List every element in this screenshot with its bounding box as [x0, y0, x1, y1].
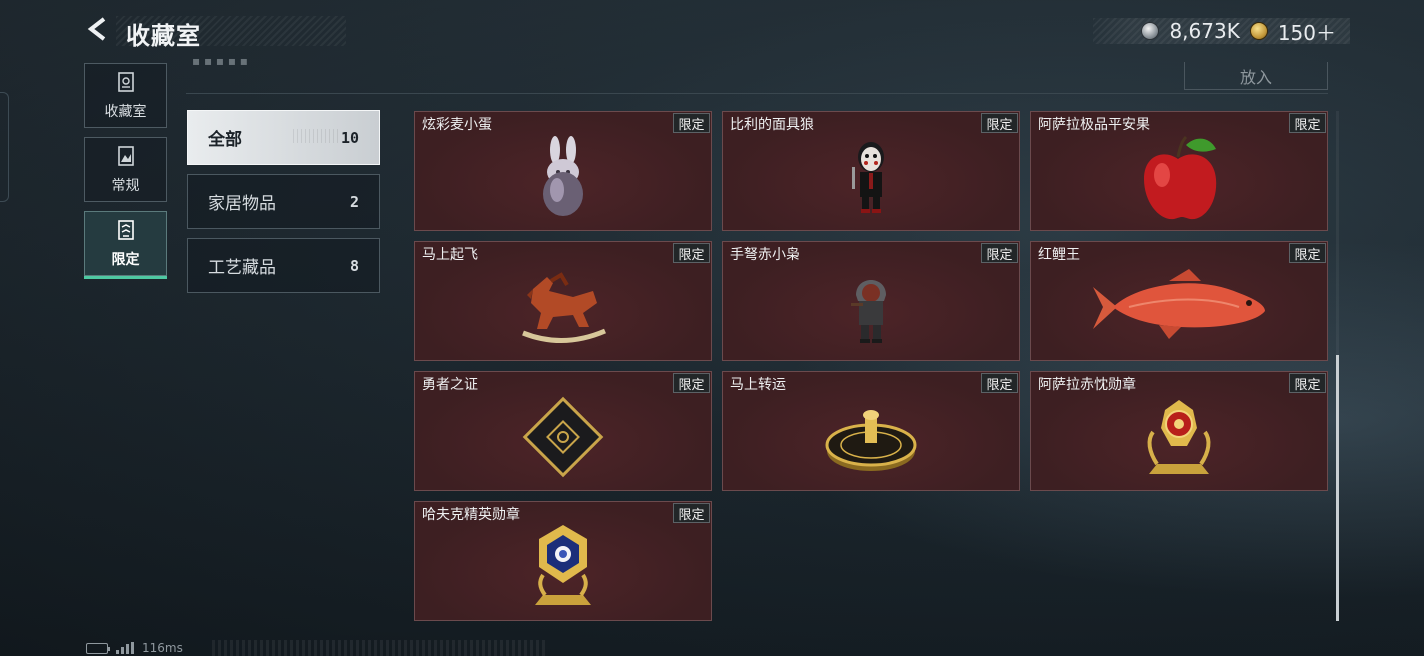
limited-badge: 限定 — [673, 113, 710, 133]
category-name: 全部 — [208, 130, 242, 150]
side-tab-label: 限定 — [111, 251, 140, 268]
divider — [186, 93, 1328, 94]
red-carp-icon — [1031, 256, 1327, 358]
item-name: 比利的面具狼 — [730, 117, 814, 133]
item-card[interactable]: 阿萨拉极品平安果 限定 — [1030, 111, 1328, 231]
hooded-figure-icon — [723, 256, 1019, 358]
side-tab-limited[interactable]: 限定 — [84, 211, 167, 279]
limited-badge: 限定 — [1289, 113, 1326, 133]
limited-badge: 限定 — [981, 113, 1018, 133]
rocking-horse-icon — [415, 256, 711, 358]
category-stripe-decoration — [293, 129, 339, 143]
limited-icon — [116, 219, 136, 245]
regular-icon — [116, 145, 136, 171]
item-card[interactable]: 红鲤王 限定 — [1030, 241, 1328, 361]
golden-roulette-icon — [723, 386, 1019, 488]
edge-drawer-handle[interactable] — [0, 92, 9, 202]
category-all[interactable]: 全部 10 — [187, 110, 380, 165]
gold-amount[interactable]: 150＋ — [1278, 17, 1336, 46]
obscured-id-strip — [212, 640, 548, 656]
currency-bar: 8,673K 150＋ — [1093, 17, 1350, 46]
page-title: 收藏室 — [126, 22, 201, 50]
collection-grid: 炫彩麦小蛋 限定 比利的面具狼 限定 阿萨拉极品平安果 限定 马上起飞 限定 手… — [414, 111, 1328, 621]
category-craft-collectibles[interactable]: 工艺藏品 8 — [187, 238, 380, 293]
title-wrap: 收藏室 — [116, 16, 346, 50]
signal-icon — [116, 642, 134, 654]
silver-amount: 8,673K — [1169, 19, 1240, 43]
item-name: 马上起飞 — [422, 247, 478, 263]
category-home-items[interactable]: 家居物品 2 — [187, 174, 380, 229]
item-name: 马上转运 — [730, 377, 786, 393]
category-name: 家居物品 — [208, 194, 276, 214]
gold-blue-medal-icon — [415, 516, 711, 618]
category-count: 10 — [340, 128, 359, 147]
item-name: 手弩赤小枭 — [730, 247, 800, 263]
item-card[interactable]: 比利的面具狼 限定 — [722, 111, 1020, 231]
back-arrow-icon — [86, 16, 112, 46]
item-card[interactable]: 哈夫克精英勋章 限定 — [414, 501, 712, 621]
limited-badge: 限定 — [673, 503, 710, 523]
item-name: 炫彩麦小蛋 — [422, 117, 492, 133]
item-card[interactable]: 手弩赤小枭 限定 — [722, 241, 1020, 361]
gold-red-medal-icon — [1031, 386, 1327, 488]
rabbit-egg-figurine-icon — [415, 126, 711, 228]
item-name: 勇者之证 — [422, 377, 478, 393]
red-apple-icon — [1031, 126, 1327, 228]
side-tab-collection-room[interactable]: 收藏室 — [84, 63, 167, 128]
limited-badge: 限定 — [673, 373, 710, 393]
item-name: 阿萨拉极品平安果 — [1038, 117, 1150, 133]
battery-icon — [86, 642, 110, 654]
header: 收藏室 8,673K 150＋ — [84, 14, 1350, 50]
silver-coin-icon — [1141, 22, 1160, 40]
masked-doll-figurine-icon — [723, 126, 1019, 228]
category-count: 8 — [349, 256, 359, 275]
item-card[interactable]: 马上转运 限定 — [722, 371, 1020, 491]
item-card[interactable]: 马上起飞 限定 — [414, 241, 712, 361]
category-name: 工艺藏品 — [208, 258, 276, 278]
item-card[interactable]: 炫彩麦小蛋 限定 — [414, 111, 712, 231]
limited-badge: 限定 — [981, 373, 1018, 393]
scrolled-header-fragment: ▪ ▪ ▪ ▪ ▪ — [192, 54, 248, 68]
black-card-icon — [415, 386, 711, 488]
gold-coin-icon — [1249, 22, 1268, 40]
item-name: 红鲤王 — [1038, 247, 1080, 263]
limited-badge: 限定 — [673, 243, 710, 263]
put-in-button[interactable]: 放入 — [1184, 62, 1328, 90]
side-tab-label: 常规 — [111, 177, 140, 194]
item-name: 阿萨拉赤忱勋章 — [1038, 377, 1136, 393]
scrollbar-thumb[interactable] — [1336, 355, 1339, 621]
item-card[interactable]: 勇者之证 限定 — [414, 371, 712, 491]
limited-badge: 限定 — [1289, 373, 1326, 393]
side-tab-regular[interactable]: 常规 — [84, 137, 167, 202]
status-bar: 116ms — [86, 641, 183, 655]
limited-badge: 限定 — [1289, 243, 1326, 263]
limited-badge: 限定 — [981, 243, 1018, 263]
back-button[interactable] — [84, 16, 114, 46]
item-card[interactable]: 阿萨拉赤忱勋章 限定 — [1030, 371, 1328, 491]
collection-room-icon — [116, 71, 136, 97]
item-name: 哈夫克精英勋章 — [422, 507, 520, 523]
side-tab-label: 收藏室 — [104, 103, 147, 120]
ping-readout: 116ms — [142, 641, 183, 655]
category-count: 2 — [349, 192, 359, 211]
